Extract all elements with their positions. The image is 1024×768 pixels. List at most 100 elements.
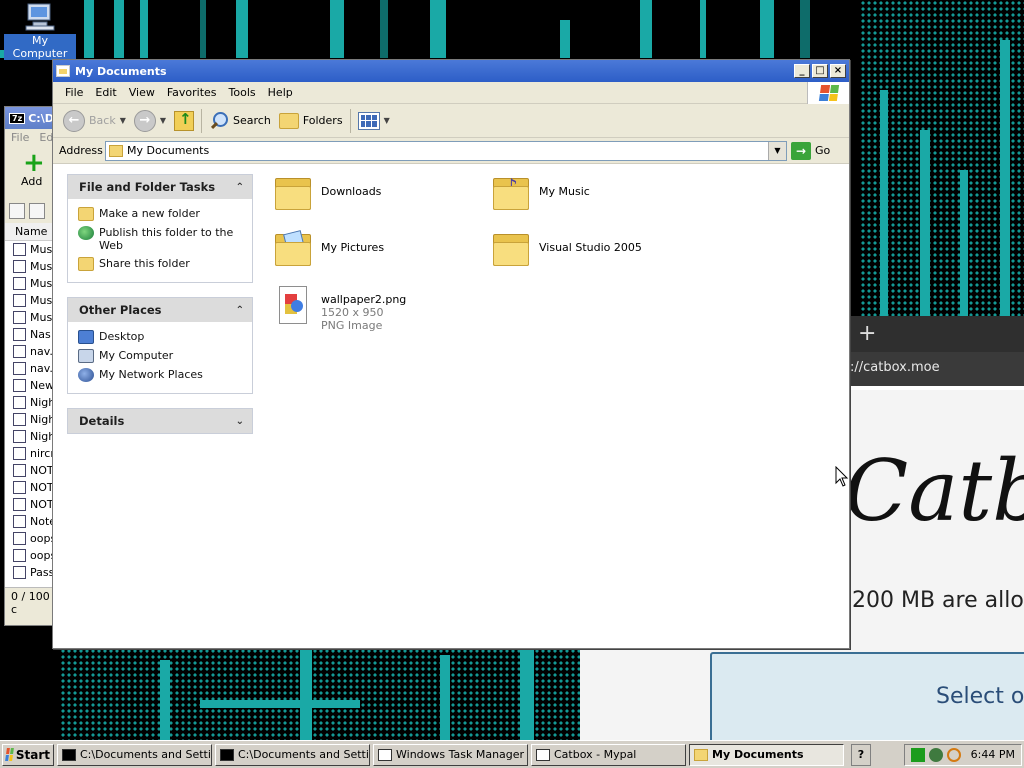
standard-toolbar: ← Back ▼ → ▼ Search Folders ▼ [53, 104, 849, 138]
file-icon [13, 260, 26, 273]
file-icon [13, 294, 26, 307]
task-pane: File and Folder Tasks ⌃ Make a new folde… [53, 164, 267, 648]
place-desktop[interactable]: Desktop [78, 330, 246, 344]
desktop-pattern [560, 20, 570, 58]
close-button[interactable]: × [830, 64, 846, 78]
menu-edit[interactable]: Edit [89, 86, 122, 99]
taskbar-button-zip-1[interactable]: C:\Documents and Setti... [57, 743, 212, 766]
views-button[interactable]: ▼ [354, 107, 394, 135]
menu-help[interactable]: Help [262, 86, 299, 99]
chevron-down-icon: ▼ [383, 116, 390, 125]
taskbar-button-catbox[interactable]: Catbox - Mypal [531, 743, 686, 766]
file-icon [13, 311, 26, 324]
task-publish-folder[interactable]: Publish this folder to the Web [78, 226, 246, 252]
desktop-pattern [430, 0, 446, 58]
menu-bar: File Edit View Favorites Tools Help [53, 82, 849, 104]
file-select-box[interactable]: Select o [710, 652, 1024, 740]
folder-icon [278, 112, 299, 129]
menu-favorites[interactable]: Favorites [161, 86, 223, 99]
panel-header[interactable]: Details ⌄ [68, 409, 252, 433]
new-folder-icon [78, 207, 94, 221]
search-icon [209, 111, 229, 131]
chevron-up-icon[interactable]: ⌃ [236, 182, 244, 193]
folder-icon [491, 230, 531, 268]
toolbar-separator [349, 108, 351, 133]
png-image-icon [273, 284, 313, 328]
window-title: My Documents [75, 64, 167, 78]
minimize-button[interactable]: _ [794, 64, 810, 78]
search-tray-icon[interactable] [946, 747, 961, 762]
back-arrow-icon: ← [63, 109, 85, 132]
forward-button[interactable]: → ▼ [130, 107, 170, 135]
file-name: Downloads [321, 185, 382, 198]
desktop-pattern [700, 0, 706, 58]
file-name: wallpaper2.png [321, 293, 407, 306]
panel-header[interactable]: Other Places ⌃ [68, 298, 252, 322]
file-icon [13, 430, 26, 443]
desktop-icon-label: My Computer [4, 34, 76, 60]
taskbar-button-my-documents[interactable]: My Documents [689, 743, 844, 766]
up-button[interactable] [170, 107, 198, 135]
search-button[interactable]: Search [205, 107, 275, 135]
chevron-down-icon[interactable]: ⌄ [236, 416, 244, 427]
desktop-pattern [440, 655, 450, 740]
explorer-title-bar[interactable]: My Documents _ □ × [53, 60, 849, 82]
app-tray-icon[interactable] [928, 747, 943, 762]
chevron-up-icon[interactable]: ⌃ [236, 305, 244, 316]
file-icon [13, 379, 26, 392]
chevron-down-icon[interactable]: ▼ [768, 141, 786, 160]
desktop-pattern [330, 0, 344, 58]
menu-view[interactable]: View [123, 86, 161, 99]
windows-logo-icon [807, 82, 849, 104]
menu-file[interactable]: File [59, 86, 89, 99]
folder-item-my-music[interactable]: ♪ My Music [491, 174, 590, 212]
start-button[interactable]: Start [2, 743, 54, 766]
file-icon [13, 498, 26, 511]
task-make-new-folder[interactable]: Make a new folder [78, 207, 246, 221]
address-input[interactable]: My Documents ▼ [105, 140, 787, 161]
place-my-network-places[interactable]: My Network Places [78, 368, 246, 382]
zip-app-icon: 7z [9, 112, 26, 124]
taskbar-button-zip-2[interactable]: C:\Documents and Setti... [215, 743, 370, 766]
desktop-pattern [114, 0, 124, 58]
desktop-pattern [1000, 40, 1010, 316]
explorer-window[interactable]: My Documents _ □ × File Edit View Favori… [52, 59, 850, 649]
help-icon[interactable]: ? [851, 743, 871, 766]
clock[interactable]: 6:44 PM [971, 748, 1015, 761]
folder-item-my-pictures[interactable]: My Pictures [273, 230, 384, 268]
folders-button[interactable]: Folders [275, 107, 347, 135]
new-tab-plus-icon[interactable]: + [858, 322, 876, 346]
file-icon [13, 243, 26, 256]
file-item-wallpaper2-png[interactable]: wallpaper2.png 1520 x 950 PNG Image [273, 284, 406, 332]
folder-item-visual-studio-2005[interactable]: Visual Studio 2005 [491, 230, 642, 268]
panel-title: File and Folder Tasks [79, 180, 216, 194]
panel-header[interactable]: File and Folder Tasks ⌃ [68, 175, 252, 199]
folder-icon [109, 144, 123, 157]
menu-tools[interactable]: Tools [223, 86, 262, 99]
network-tray-icon[interactable] [910, 747, 925, 762]
search-label: Search [233, 114, 271, 127]
file-icon [13, 515, 26, 528]
go-label: Go [815, 144, 831, 157]
place-my-computer[interactable]: My Computer [78, 349, 246, 363]
file-name: My Pictures [321, 241, 385, 254]
explorer-content: File and Folder Tasks ⌃ Make a new folde… [53, 164, 849, 648]
desktop-icon-my-computer[interactable]: My Computer [4, 2, 76, 60]
chevron-down-icon: ▼ [119, 116, 126, 125]
file-view: Downloads ♪ My Music My Pictures Visual … [269, 172, 839, 642]
folder-icon[interactable] [29, 203, 45, 219]
up-folder-icon[interactable] [9, 203, 25, 219]
panel-title: Details [79, 414, 125, 428]
taskbar-button-task-manager[interactable]: Windows Task Manager [373, 743, 528, 766]
go-button[interactable]: → Go [791, 141, 831, 160]
back-button[interactable]: ← Back ▼ [59, 107, 130, 135]
music-folder-icon: ♪ [491, 174, 531, 212]
folder-item-downloads[interactable]: Downloads [273, 174, 381, 212]
back-label: Back [89, 114, 116, 127]
maximize-button[interactable]: □ [812, 64, 828, 78]
task-share-folder[interactable]: Share this folder [78, 257, 246, 271]
folder-icon [56, 65, 70, 77]
task-manager-icon [378, 748, 392, 761]
zip-menu-file[interactable]: File [11, 131, 29, 145]
file-icon [13, 566, 26, 579]
